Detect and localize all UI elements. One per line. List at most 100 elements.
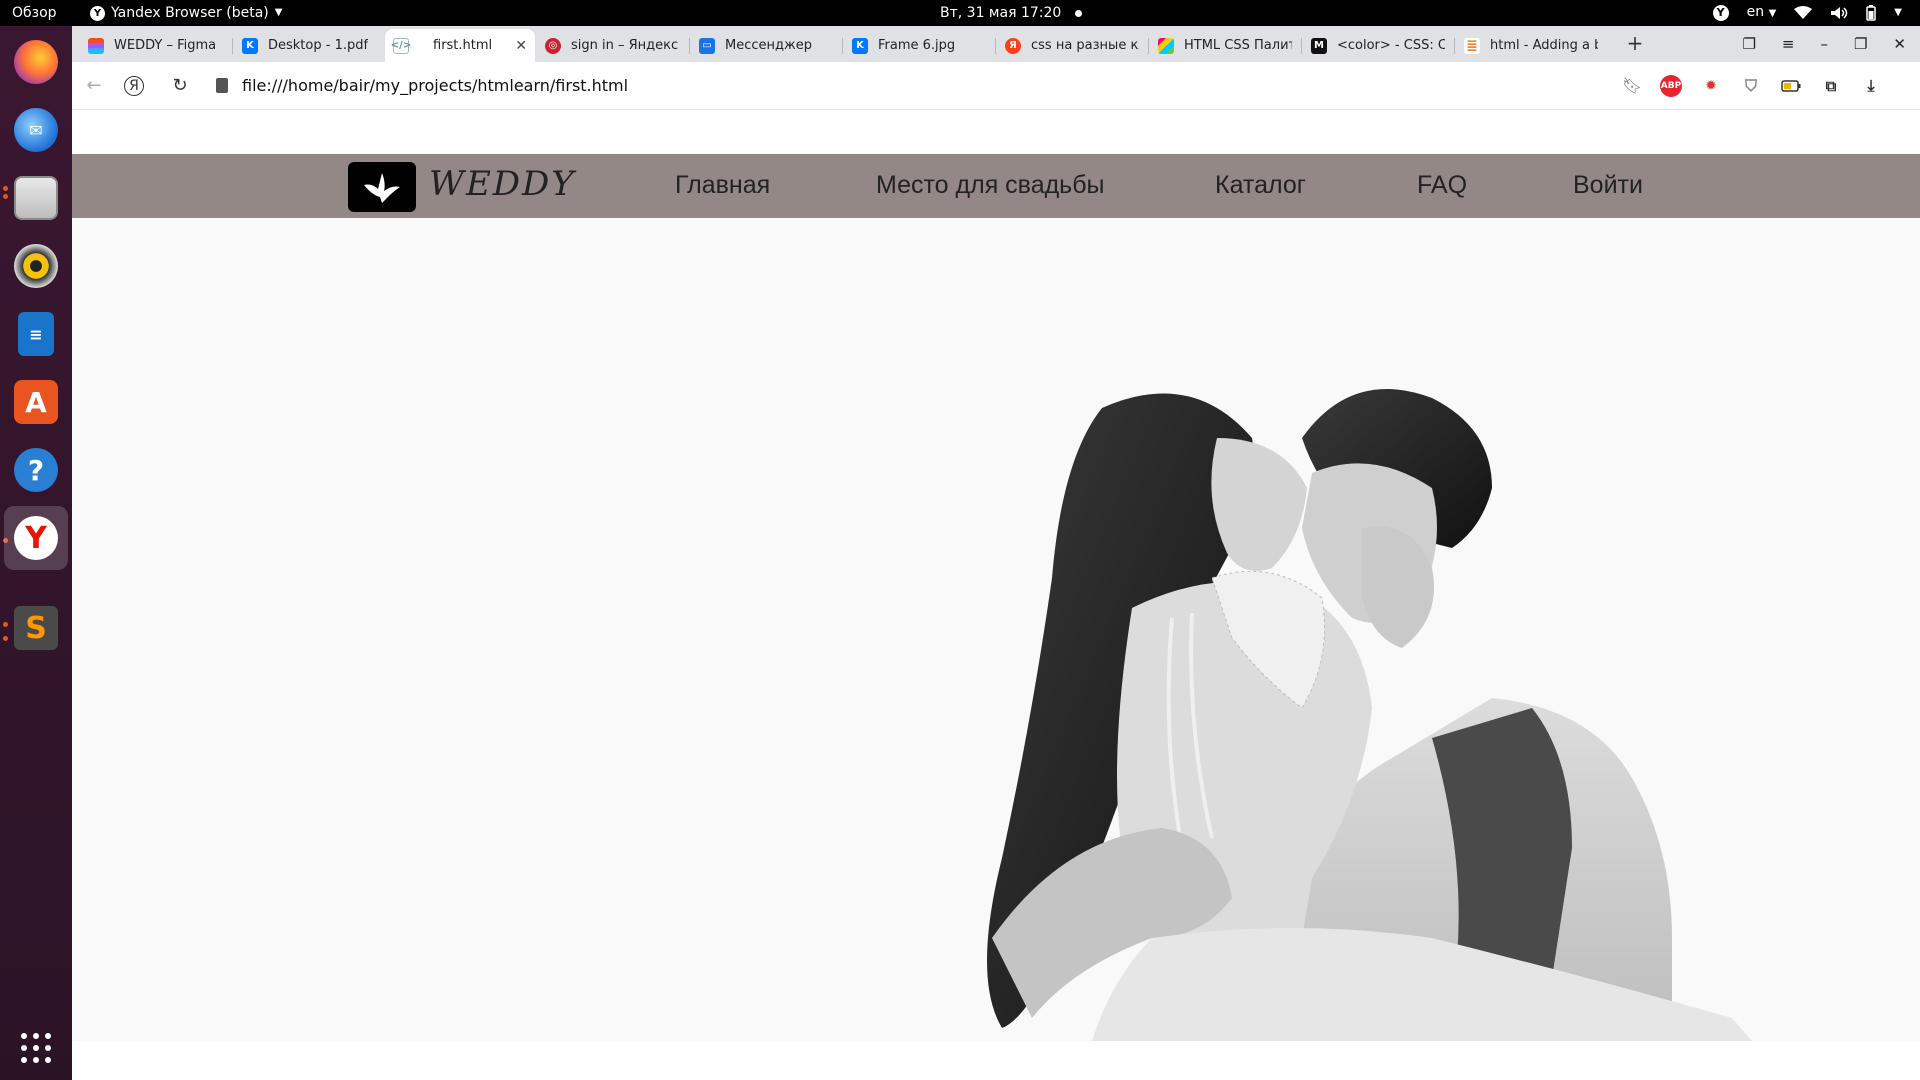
- bug-extension-icon[interactable]: ✹: [1700, 75, 1722, 97]
- thunderbird-icon: ✉: [14, 108, 58, 152]
- tab-sign-in-yandex[interactable]: ◎ sign in – Яндекс П: [537, 29, 687, 62]
- running-indicator: [3, 194, 8, 199]
- maximize-button[interactable]: ❐: [1854, 35, 1867, 53]
- back-button[interactable]: ←: [82, 74, 106, 98]
- dock-rhythmbox[interactable]: [10, 240, 62, 292]
- tab-label: sign in – Яндекс П: [571, 38, 679, 53]
- tab-frame-6[interactable]: K Frame 6.jpg: [844, 29, 994, 62]
- reload-button[interactable]: ↻: [168, 74, 192, 98]
- figma-icon: [88, 37, 104, 54]
- battery-icon[interactable]: [1866, 5, 1877, 21]
- dock-yandex-browser[interactable]: Y: [4, 506, 68, 570]
- yandex-icon: Я: [1005, 37, 1021, 54]
- tab-label: WEDDY – Figma: [114, 38, 217, 53]
- caret-down-icon: ▼: [274, 7, 283, 18]
- close-tab-icon[interactable]: ✕: [515, 38, 527, 54]
- tab-css-search[interactable]: Я css на разные кла: [997, 29, 1147, 62]
- help-icon: ?: [14, 448, 58, 492]
- messenger-icon: ▭: [699, 37, 715, 54]
- site-logo-text[interactable]: WEDDY: [429, 164, 576, 204]
- system-tray[interactable]: Y en ▼ ▼: [1712, 0, 1902, 27]
- downloads-icon[interactable]: ⤓: [1860, 75, 1882, 97]
- shield-icon[interactable]: ⛉: [1740, 75, 1762, 97]
- tab-separator: [1301, 38, 1302, 54]
- notification-dot-icon: [1075, 9, 1083, 17]
- app-grid-icon: [21, 1033, 51, 1063]
- activities-overview[interactable]: Обзор: [12, 0, 57, 26]
- tab-first-html[interactable]: </> first.html ✕: [385, 29, 535, 62]
- address-toolbar: ← Я ↻ file:///home/bair/my_projects/html…: [72, 62, 1920, 110]
- show-applications-button[interactable]: [10, 1022, 62, 1074]
- dock-sublime-text[interactable]: S: [10, 602, 62, 654]
- hero-section: [72, 218, 1920, 1041]
- tab-label: <color> - CSS: Casc: [1337, 38, 1445, 53]
- vk-icon: K: [852, 37, 868, 54]
- firefox-icon: [14, 40, 58, 84]
- palette-icon: [1158, 37, 1174, 54]
- dock-files[interactable]: [10, 172, 62, 224]
- tab-separator: [842, 38, 843, 54]
- tab-separator: [1454, 38, 1455, 54]
- adblock-plus-icon[interactable]: ABP: [1660, 75, 1682, 97]
- tab-label: Мессенджер: [725, 38, 812, 53]
- web-page: WEDDY Главная Место для свадьбы Каталог …: [72, 110, 1920, 1080]
- running-indicator: [3, 622, 8, 627]
- dove-logo[interactable]: [348, 162, 416, 212]
- yandex-home-button[interactable]: Я: [124, 76, 144, 96]
- browser-menu-icon[interactable]: ≡: [1782, 35, 1795, 53]
- tab-label: html - Adding a ba: [1490, 38, 1598, 53]
- writer-icon: ≡: [18, 312, 54, 356]
- tab-messenger[interactable]: ▭ Мессенджер: [691, 29, 841, 62]
- tab-separator: [995, 38, 996, 54]
- dock: ✉ ≡ A ? Y S: [0, 26, 72, 1080]
- tab-separator: [232, 38, 233, 54]
- caret-down-icon: ▼: [1768, 8, 1777, 19]
- bookmark-icon[interactable]: 🔖︎: [1620, 74, 1644, 98]
- nav-home[interactable]: Главная: [675, 171, 770, 200]
- tab-desktop-pdf[interactable]: K Desktop - 1.pdf: [234, 29, 384, 62]
- tab-separator: [1148, 38, 1149, 54]
- tab-weddy-figma[interactable]: WEDDY – Figma: [80, 29, 230, 62]
- rhythmbox-icon: [14, 244, 58, 288]
- tab-label: css на разные кла: [1031, 38, 1139, 53]
- close-window-button[interactable]: ✕: [1893, 35, 1906, 53]
- tab-html-css-palette[interactable]: HTML CSS Палитр: [1150, 29, 1300, 62]
- stackoverflow-icon: ≣: [1464, 37, 1480, 54]
- battery-saver-icon[interactable]: [1780, 75, 1802, 97]
- couple-kissing-photo: [987, 389, 1752, 1041]
- keyboard-language[interactable]: en ▼: [1747, 0, 1777, 27]
- mdn-icon: M: [1311, 37, 1327, 54]
- system-top-bar: Обзор Y Yandex Browser (beta) ▼ Вт, 31 м…: [0, 0, 1920, 26]
- sublime-icon: S: [14, 606, 58, 650]
- nav-login[interactable]: Войти: [1573, 171, 1643, 200]
- tab-stackoverflow[interactable]: ≣ html - Adding a ba: [1456, 29, 1606, 62]
- volume-icon[interactable]: [1830, 6, 1848, 20]
- clock[interactable]: Вт, 31 мая 17:20: [940, 0, 1083, 26]
- running-indicator: [3, 636, 8, 641]
- dock-firefox[interactable]: [10, 36, 62, 88]
- nav-wedding-venue[interactable]: Место для свадьбы: [876, 171, 1105, 200]
- software-icon: A: [14, 380, 58, 424]
- tab-label: Desktop - 1.pdf: [268, 38, 369, 53]
- dock-help[interactable]: ?: [10, 444, 62, 496]
- nav-catalog[interactable]: Каталог: [1215, 171, 1306, 200]
- new-tab-button[interactable]: +: [1624, 33, 1646, 55]
- nav-faq[interactable]: FAQ: [1417, 171, 1467, 200]
- files-icon: [14, 176, 58, 220]
- tab-mdn-color[interactable]: M <color> - CSS: Casc: [1303, 29, 1453, 62]
- wifi-icon[interactable]: [1794, 6, 1813, 20]
- site-navigation: WEDDY Главная Место для свадьбы Каталог …: [72, 154, 1920, 218]
- address-bar[interactable]: file:///home/bair/my_projects/htmlearn/f…: [242, 72, 628, 100]
- tab-list-icon[interactable]: ❐: [1742, 35, 1755, 53]
- app-menu[interactable]: Y Yandex Browser (beta) ▼: [90, 0, 282, 26]
- dock-ubuntu-software[interactable]: A: [10, 376, 62, 428]
- collections-icon[interactable]: ⧉: [1820, 75, 1842, 97]
- yandex-tray-icon[interactable]: Y: [1712, 5, 1729, 21]
- dove-icon: [364, 173, 400, 203]
- system-menu-caret-icon[interactable]: ▼: [1894, 0, 1902, 26]
- dock-thunderbird[interactable]: ✉: [10, 104, 62, 156]
- yandex-browser-icon: Y: [14, 516, 58, 560]
- dock-libreoffice-writer[interactable]: ≡: [10, 308, 62, 360]
- minimize-button[interactable]: –: [1820, 35, 1828, 53]
- yandex-browser-icon: Y: [90, 5, 105, 21]
